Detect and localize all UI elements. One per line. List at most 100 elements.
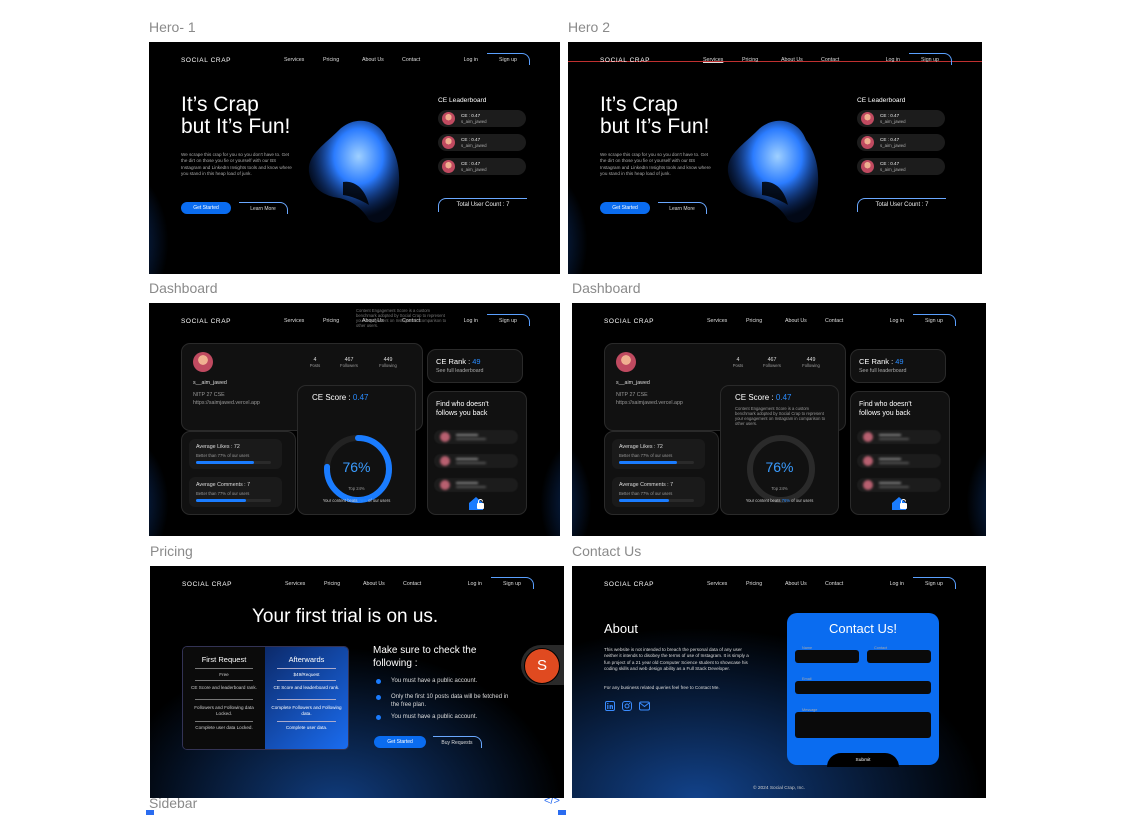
- frame-label-pricing[interactable]: Pricing: [150, 543, 193, 559]
- nav-link-about[interactable]: About Us: [785, 581, 825, 587]
- avatar: [861, 136, 874, 149]
- signup-button[interactable]: Sign up: [913, 314, 956, 326]
- learn-more-button[interactable]: Learn More: [239, 202, 288, 214]
- learn-more-button[interactable]: Learn More: [658, 202, 707, 214]
- login-link[interactable]: Log in: [886, 57, 900, 63]
- nav-links: Services Pricing About Us Contact: [703, 57, 839, 63]
- user-avatar-badge[interactable]: S: [524, 648, 560, 684]
- get-started-button[interactable]: Get Started: [374, 736, 426, 748]
- avg-comments-bar: [619, 499, 694, 502]
- email-field[interactable]: Email: [795, 677, 931, 694]
- plan-item: Followers and Following data Locked.: [194, 705, 254, 716]
- avg-comments-title: Average Comments : 7: [196, 482, 251, 488]
- instagram-icon[interactable]: [622, 701, 632, 711]
- nav-link-services[interactable]: Services: [707, 581, 746, 587]
- signup-button[interactable]: Sign up: [487, 53, 530, 65]
- nav-link-pricing[interactable]: Pricing: [746, 581, 785, 587]
- get-started-button[interactable]: Get Started: [181, 202, 231, 214]
- nav-link-pricing[interactable]: Pricing: [742, 57, 781, 63]
- nav-link-services[interactable]: Services: [703, 57, 742, 63]
- submit-label: Submit: [855, 758, 871, 763]
- nav-links: Services Pricing About Us Contact: [285, 581, 421, 587]
- plan-item: CE Score and leaderboard rank.: [273, 685, 340, 690]
- logo[interactable]: SOCIAL CRAP: [604, 318, 654, 325]
- profile-link[interactable]: https://saimjawed.vercel.app: [616, 400, 683, 406]
- nav-link-contact[interactable]: Contact: [825, 581, 843, 587]
- lb-user: s_aim_jawed: [461, 143, 487, 148]
- nav-link-about[interactable]: About Us: [781, 57, 821, 63]
- signup-button[interactable]: Sign up: [913, 577, 956, 589]
- profile-avatar[interactable]: [616, 352, 636, 372]
- about-contact-note: For any business related queries feel fr…: [604, 685, 720, 690]
- bullet-dot: [376, 715, 381, 720]
- plan-title: Afterwards: [288, 655, 325, 664]
- nav-link-about[interactable]: About Us: [363, 581, 403, 587]
- login-link[interactable]: Log in: [464, 57, 478, 63]
- nav-link-services[interactable]: Services: [284, 318, 323, 324]
- nav-link-pricing[interactable]: Pricing: [746, 318, 785, 324]
- unlock-icon[interactable]: [891, 495, 909, 511]
- ce-rank-card[interactable]: CE Rank : 49 See full leaderboard: [427, 349, 523, 383]
- leaderboard-row[interactable]: CE : 0.47 s_aim_jawed: [438, 158, 526, 175]
- profile-link[interactable]: https://saimjawed.vercel.app: [193, 400, 260, 406]
- login-link[interactable]: Log in: [890, 318, 904, 324]
- contact-form-title: Contact Us!: [829, 621, 897, 636]
- nav-link-contact[interactable]: Contact: [821, 57, 839, 63]
- blurred-user-row: [857, 430, 941, 444]
- nav-link-about[interactable]: About Us: [785, 318, 825, 324]
- avg-comments-block: Average Comments : 7 Better than 77% of …: [189, 477, 282, 507]
- nav-link-pricing[interactable]: Pricing: [324, 581, 363, 587]
- nav-link-contact[interactable]: Contact: [825, 318, 843, 324]
- nav-link-services[interactable]: Services: [284, 57, 323, 63]
- login-link[interactable]: Log in: [464, 318, 478, 324]
- ce-rank-card[interactable]: CE Rank : 49 See full leaderboard: [850, 349, 946, 383]
- full-leaderboard-link[interactable]: See full leaderboard: [436, 368, 483, 374]
- frame-label-contact[interactable]: Contact Us: [572, 543, 641, 559]
- submit-button[interactable]: Submit: [827, 753, 899, 767]
- login-link[interactable]: Log in: [890, 581, 904, 587]
- message-field[interactable]: Message: [795, 708, 931, 738]
- ce-rank-title: CE Rank : 49: [436, 357, 481, 366]
- nav-link-contact[interactable]: Contact: [403, 581, 421, 587]
- leaderboard-row[interactable]: CE : 0.47 s_aim_jawed: [438, 110, 526, 127]
- nav-link-services[interactable]: Services: [707, 318, 746, 324]
- name-field[interactable]: Name: [795, 646, 859, 663]
- signup-button[interactable]: Sign up: [491, 577, 534, 589]
- get-started-button[interactable]: Get Started: [600, 202, 650, 214]
- logo[interactable]: SOCIAL CRAP: [181, 318, 231, 325]
- full-leaderboard-link[interactable]: See full leaderboard: [859, 368, 906, 374]
- stat-label: Following: [802, 363, 820, 368]
- login-link[interactable]: Log in: [468, 581, 482, 587]
- logo[interactable]: SOCIAL CRAP: [604, 581, 654, 588]
- selection-handle-left[interactable]: [146, 810, 154, 815]
- signup-button[interactable]: Sign up: [487, 314, 530, 326]
- frame-label-dashboard-1[interactable]: Dashboard: [149, 280, 218, 296]
- logo[interactable]: SOCIAL CRAP: [181, 57, 231, 64]
- logo[interactable]: SOCIAL CRAP: [182, 581, 232, 588]
- mail-icon[interactable]: [639, 701, 650, 711]
- stat-label: Posts: [309, 363, 321, 368]
- unlock-icon[interactable]: [468, 495, 486, 511]
- hero2-frame: SOCIAL CRAP Services Pricing About Us Co…: [568, 42, 982, 274]
- logo[interactable]: SOCIAL CRAP: [600, 57, 650, 64]
- signup-button[interactable]: Sign up: [909, 53, 952, 65]
- leaderboard-row[interactable]: CE : 0.47 s_aim_jawed: [857, 158, 945, 175]
- linkedin-icon[interactable]: [605, 701, 615, 711]
- leaderboard-row[interactable]: CE : 0.47 s_aim_jawed: [857, 110, 945, 127]
- nav-link-services[interactable]: Services: [285, 581, 324, 587]
- frame-label-dashboard-2[interactable]: Dashboard: [572, 280, 641, 296]
- stat-following: 449 Following: [373, 357, 403, 368]
- buy-requests-button[interactable]: Buy Requests: [433, 736, 482, 748]
- nav-link-about[interactable]: About Us: [362, 57, 402, 63]
- frame-label-hero1[interactable]: Hero- 1: [149, 19, 196, 35]
- avg-comments-sub: Better than 77% of our users: [619, 491, 673, 496]
- nav-link-pricing[interactable]: Pricing: [323, 57, 362, 63]
- profile-avatar[interactable]: [193, 352, 213, 372]
- selection-handle-right[interactable]: [558, 810, 566, 815]
- leaderboard-row[interactable]: CE : 0.47 s_aim_jawed: [438, 134, 526, 151]
- navbar: SOCIAL CRAP Services Pricing About Us Co…: [572, 303, 986, 339]
- contact-field[interactable]: Contact: [867, 646, 931, 663]
- nav-link-contact[interactable]: Contact: [402, 57, 420, 63]
- frame-label-hero2[interactable]: Hero 2: [568, 19, 610, 35]
- leaderboard-row[interactable]: CE : 0.47 s_aim_jawed: [857, 134, 945, 151]
